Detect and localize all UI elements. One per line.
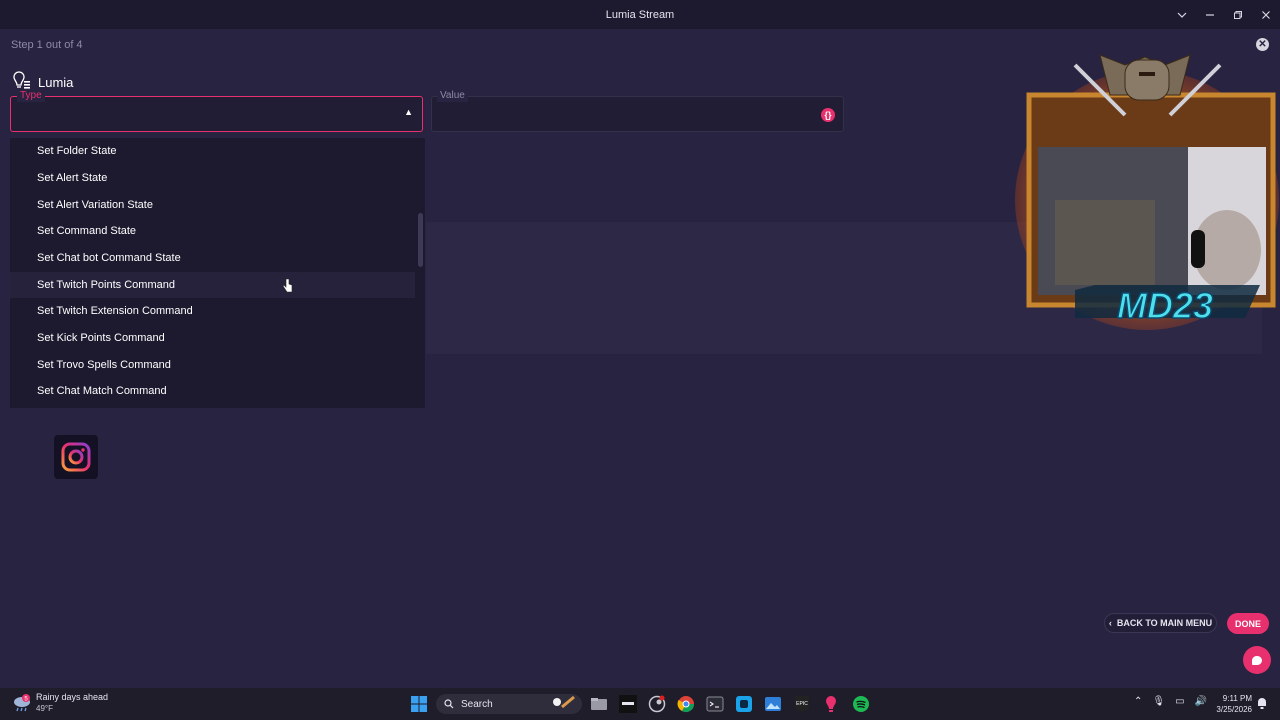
back-to-main-menu-button[interactable]: ‹ BACK TO MAIN MENU	[1104, 613, 1217, 633]
ioet-app-icon[interactable]	[619, 695, 637, 713]
dropdown-option[interactable]: Set Chat Match Command	[10, 378, 415, 404]
dropdown-option[interactable]: Set Alert State	[10, 165, 415, 191]
weather-temperature: 49°F	[36, 704, 53, 713]
back-button-label: BACK TO MAIN MENU	[1116, 618, 1213, 628]
chevron-up-icon[interactable]: ⌃	[1134, 696, 1142, 707]
type-select[interactable]: Type ▲	[10, 90, 423, 132]
notification-icon[interactable]	[1255, 696, 1269, 710]
spotify-icon[interactable]	[852, 695, 870, 713]
search-icon	[444, 699, 454, 709]
clock-time: 9:11 PM	[1222, 694, 1252, 703]
search-placeholder: Search	[461, 698, 493, 710]
baseball-icon	[552, 695, 576, 714]
minimize-icon[interactable]	[1196, 0, 1224, 29]
type-label: Type	[17, 90, 45, 102]
epic-games-icon[interactable]: EPIC	[793, 695, 811, 713]
taskbar-search[interactable]: Search	[436, 694, 582, 714]
webcam-overlay-text: MD23	[1117, 285, 1213, 326]
title-bar: Lumia Stream	[0, 0, 1280, 29]
window-controls	[1168, 0, 1280, 29]
hand-cursor-icon	[282, 278, 294, 297]
chat-support-icon[interactable]	[1243, 646, 1271, 674]
chat-bubble-glyph	[1252, 655, 1262, 665]
windows-start-icon[interactable]	[410, 695, 428, 713]
dropdown-scrollbar[interactable]	[418, 213, 423, 267]
volume-icon[interactable]: 🔊	[1195, 696, 1207, 707]
terminal-icon[interactable]	[706, 695, 724, 713]
weather-widget[interactable]: 5 Rainy days ahead 49°F	[12, 692, 108, 714]
dropdown-option[interactable]: Set Twitch Extension Command	[10, 298, 415, 324]
svg-text:EPIC: EPIC	[796, 701, 808, 707]
instagram-icon	[54, 435, 98, 479]
webcam-overlay: MD23	[1015, 50, 1280, 330]
step-indicator: Step 1 out of 4	[11, 39, 83, 51]
chevron-left-icon: ‹	[1108, 618, 1112, 628]
dropdown-option[interactable]: Set Trovo Spells Command	[10, 352, 415, 378]
dropdown-option[interactable]: Set Chat bot Command State	[10, 245, 415, 271]
info-icon[interactable]: {}	[821, 108, 835, 122]
restore-icon[interactable]	[1224, 0, 1252, 29]
weather-title: Rainy days ahead	[36, 692, 109, 702]
clock-date: 3/25/2026	[1216, 705, 1252, 714]
windows-taskbar: 5 Rainy days ahead 49°F Search EPIC ⌃ 🎙 …	[0, 688, 1280, 720]
dropdown-option-hovered[interactable]: Set Twitch Points Command	[10, 272, 415, 298]
steam-icon[interactable]	[648, 695, 666, 713]
dropdown-option[interactable]: Set Kick Points Command	[10, 325, 415, 351]
window-title: Lumia Stream	[605, 8, 675, 21]
system-tray: ⌃ 🎙 ▭ 🔊	[1134, 696, 1207, 707]
store-app-icon[interactable]	[735, 695, 753, 713]
microphone-icon[interactable]: 🎙	[1152, 696, 1165, 707]
value-label: Value	[437, 90, 468, 102]
dropdown-option[interactable]: Set Alert Variation State	[10, 192, 415, 218]
value-input[interactable]: Value {}	[431, 90, 844, 132]
network-icon[interactable]: ▭	[1175, 696, 1184, 707]
dropdown-option[interactable]: Set Folder State	[10, 138, 415, 164]
chrome-icon[interactable]	[677, 695, 695, 713]
photos-icon[interactable]	[764, 695, 782, 713]
done-button[interactable]: DONE	[1227, 613, 1269, 634]
rain-cloud-icon: 5	[14, 694, 30, 712]
chevron-down-icon[interactable]	[1168, 0, 1196, 29]
caret-up-icon[interactable]: ▲	[404, 107, 413, 117]
type-dropdown-list[interactable]: Set Folder State Set Alert State Set Ale…	[10, 138, 425, 408]
file-explorer-icon[interactable]	[590, 695, 608, 713]
lumia-taskbar-icon[interactable]	[822, 695, 840, 713]
section-title: Lumia	[38, 75, 74, 90]
close-icon[interactable]	[1252, 0, 1280, 29]
taskbar-clock[interactable]: 9:11 PM 3/25/2026	[1210, 693, 1252, 715]
dropdown-option[interactable]: Set Command State	[10, 218, 415, 244]
